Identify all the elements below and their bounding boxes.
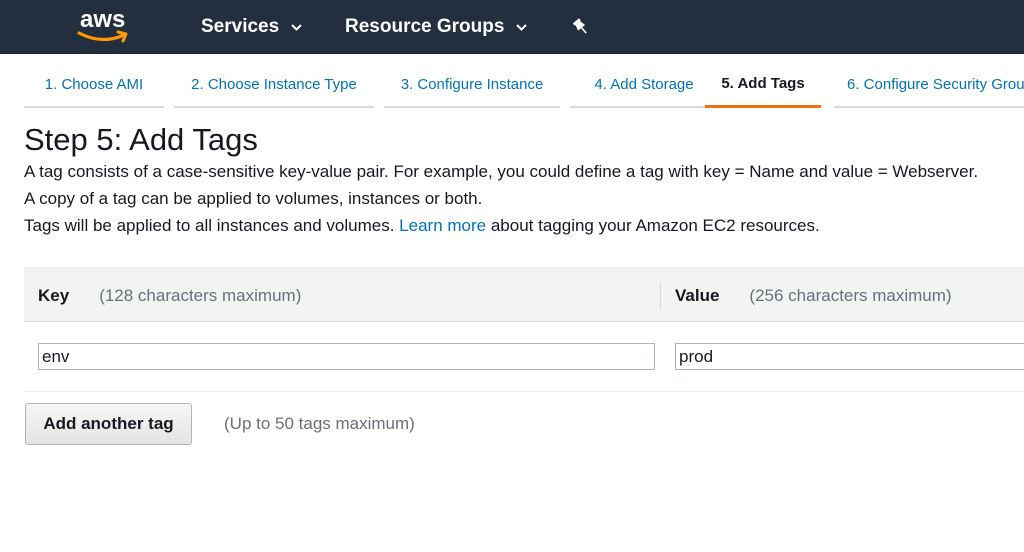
value-column-header: Value (256 characters maximum) (675, 268, 952, 323)
services-menu[interactable]: Services (201, 0, 302, 54)
value-header-label: Value (675, 285, 720, 305)
key-column-header: Key (128 characters maximum) (38, 268, 301, 323)
description-line-3-suffix: about tagging your Amazon EC2 resources. (490, 216, 820, 235)
aws-logo[interactable]: aws (76, 6, 134, 46)
description-line-3: Tags will be applied to all instances an… (24, 216, 820, 236)
tag-key-input[interactable] (38, 343, 655, 370)
tab-add-storage[interactable]: 4. Add Storage (570, 62, 718, 108)
table-row (24, 322, 1024, 392)
add-another-tag-button[interactable]: Add another tag (25, 403, 192, 445)
description-line-1: A tag consists of a case-sensitive key-v… (24, 162, 979, 181)
value-header-hint: (256 characters maximum) (749, 285, 952, 305)
resource-groups-menu[interactable]: Resource Groups (345, 0, 528, 54)
resource-groups-menu-label: Resource Groups (345, 16, 505, 37)
wizard-step-tabs: 1. Choose AMI 2. Choose Instance Type 3.… (24, 62, 1024, 108)
tab-add-tags[interactable]: 5. Add Tags (705, 62, 821, 108)
chevron-down-icon (516, 23, 528, 31)
tab-choose-instance-type[interactable]: 2. Choose Instance Type (174, 62, 374, 108)
key-header-hint: (128 characters maximum) (99, 285, 302, 305)
aws-smile-icon (77, 30, 128, 43)
tab-choose-ami[interactable]: 1. Choose AMI (24, 62, 164, 108)
top-navigation-bar: aws Services Resource Groups (0, 0, 1024, 54)
pin-icon[interactable] (571, 17, 591, 37)
tag-value-input[interactable] (675, 343, 1024, 370)
key-header-label: Key (38, 285, 70, 305)
tag-limit-hint: (Up to 50 tags maximum) (224, 414, 415, 433)
tab-configure-security-group[interactable]: 6. Configure Security Group (834, 62, 1024, 108)
description-line-3-prefix: Tags will be applied to all instances an… (24, 216, 395, 235)
learn-more-link[interactable]: Learn more (399, 216, 486, 235)
tag-table-header: Key (128 characters maximum) Value (256 … (24, 267, 1024, 322)
page-title: Step 5: Add Tags (24, 122, 258, 157)
description-line-2: A copy of a tag can be applied to volume… (24, 189, 483, 208)
tab-configure-instance[interactable]: 3. Configure Instance (384, 62, 560, 108)
services-menu-label: Services (201, 16, 280, 37)
column-divider (660, 282, 661, 309)
chevron-down-icon (291, 23, 302, 31)
